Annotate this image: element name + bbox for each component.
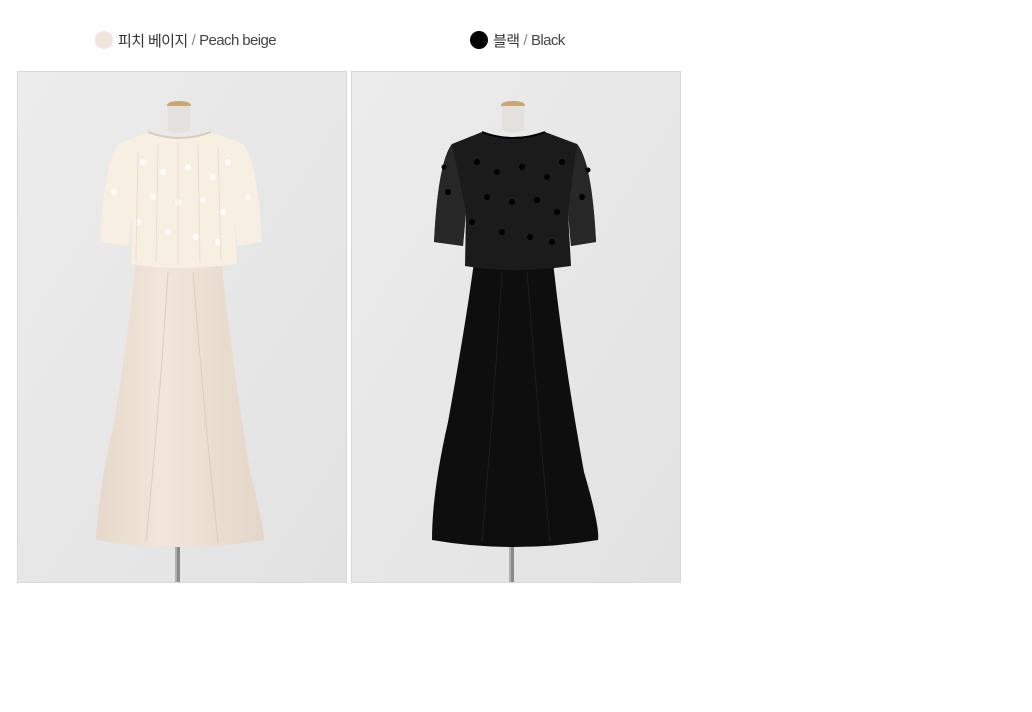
color-option-black[interactable]: 블랙 / Black — [470, 29, 565, 51]
color-name-korean: 블랙 — [493, 32, 520, 50]
dress-illustration-peach — [18, 72, 346, 582]
product-photo-peach-beige[interactable] — [17, 71, 347, 583]
swatch-dot-black — [470, 31, 488, 49]
dress-illustration-black — [352, 72, 680, 582]
color-name-english: Peach beige — [199, 31, 276, 49]
swatch-dot-peach-beige — [95, 31, 113, 49]
label-separator: / — [523, 31, 527, 49]
color-name-korean: 피치 베이지 — [118, 32, 188, 50]
label-separator: / — [191, 31, 196, 49]
color-option-peach-beige[interactable]: 피치 베이지 / Peach beige — [95, 29, 277, 51]
product-photo-black[interactable] — [351, 71, 681, 583]
color-name-english: Black — [530, 31, 565, 49]
